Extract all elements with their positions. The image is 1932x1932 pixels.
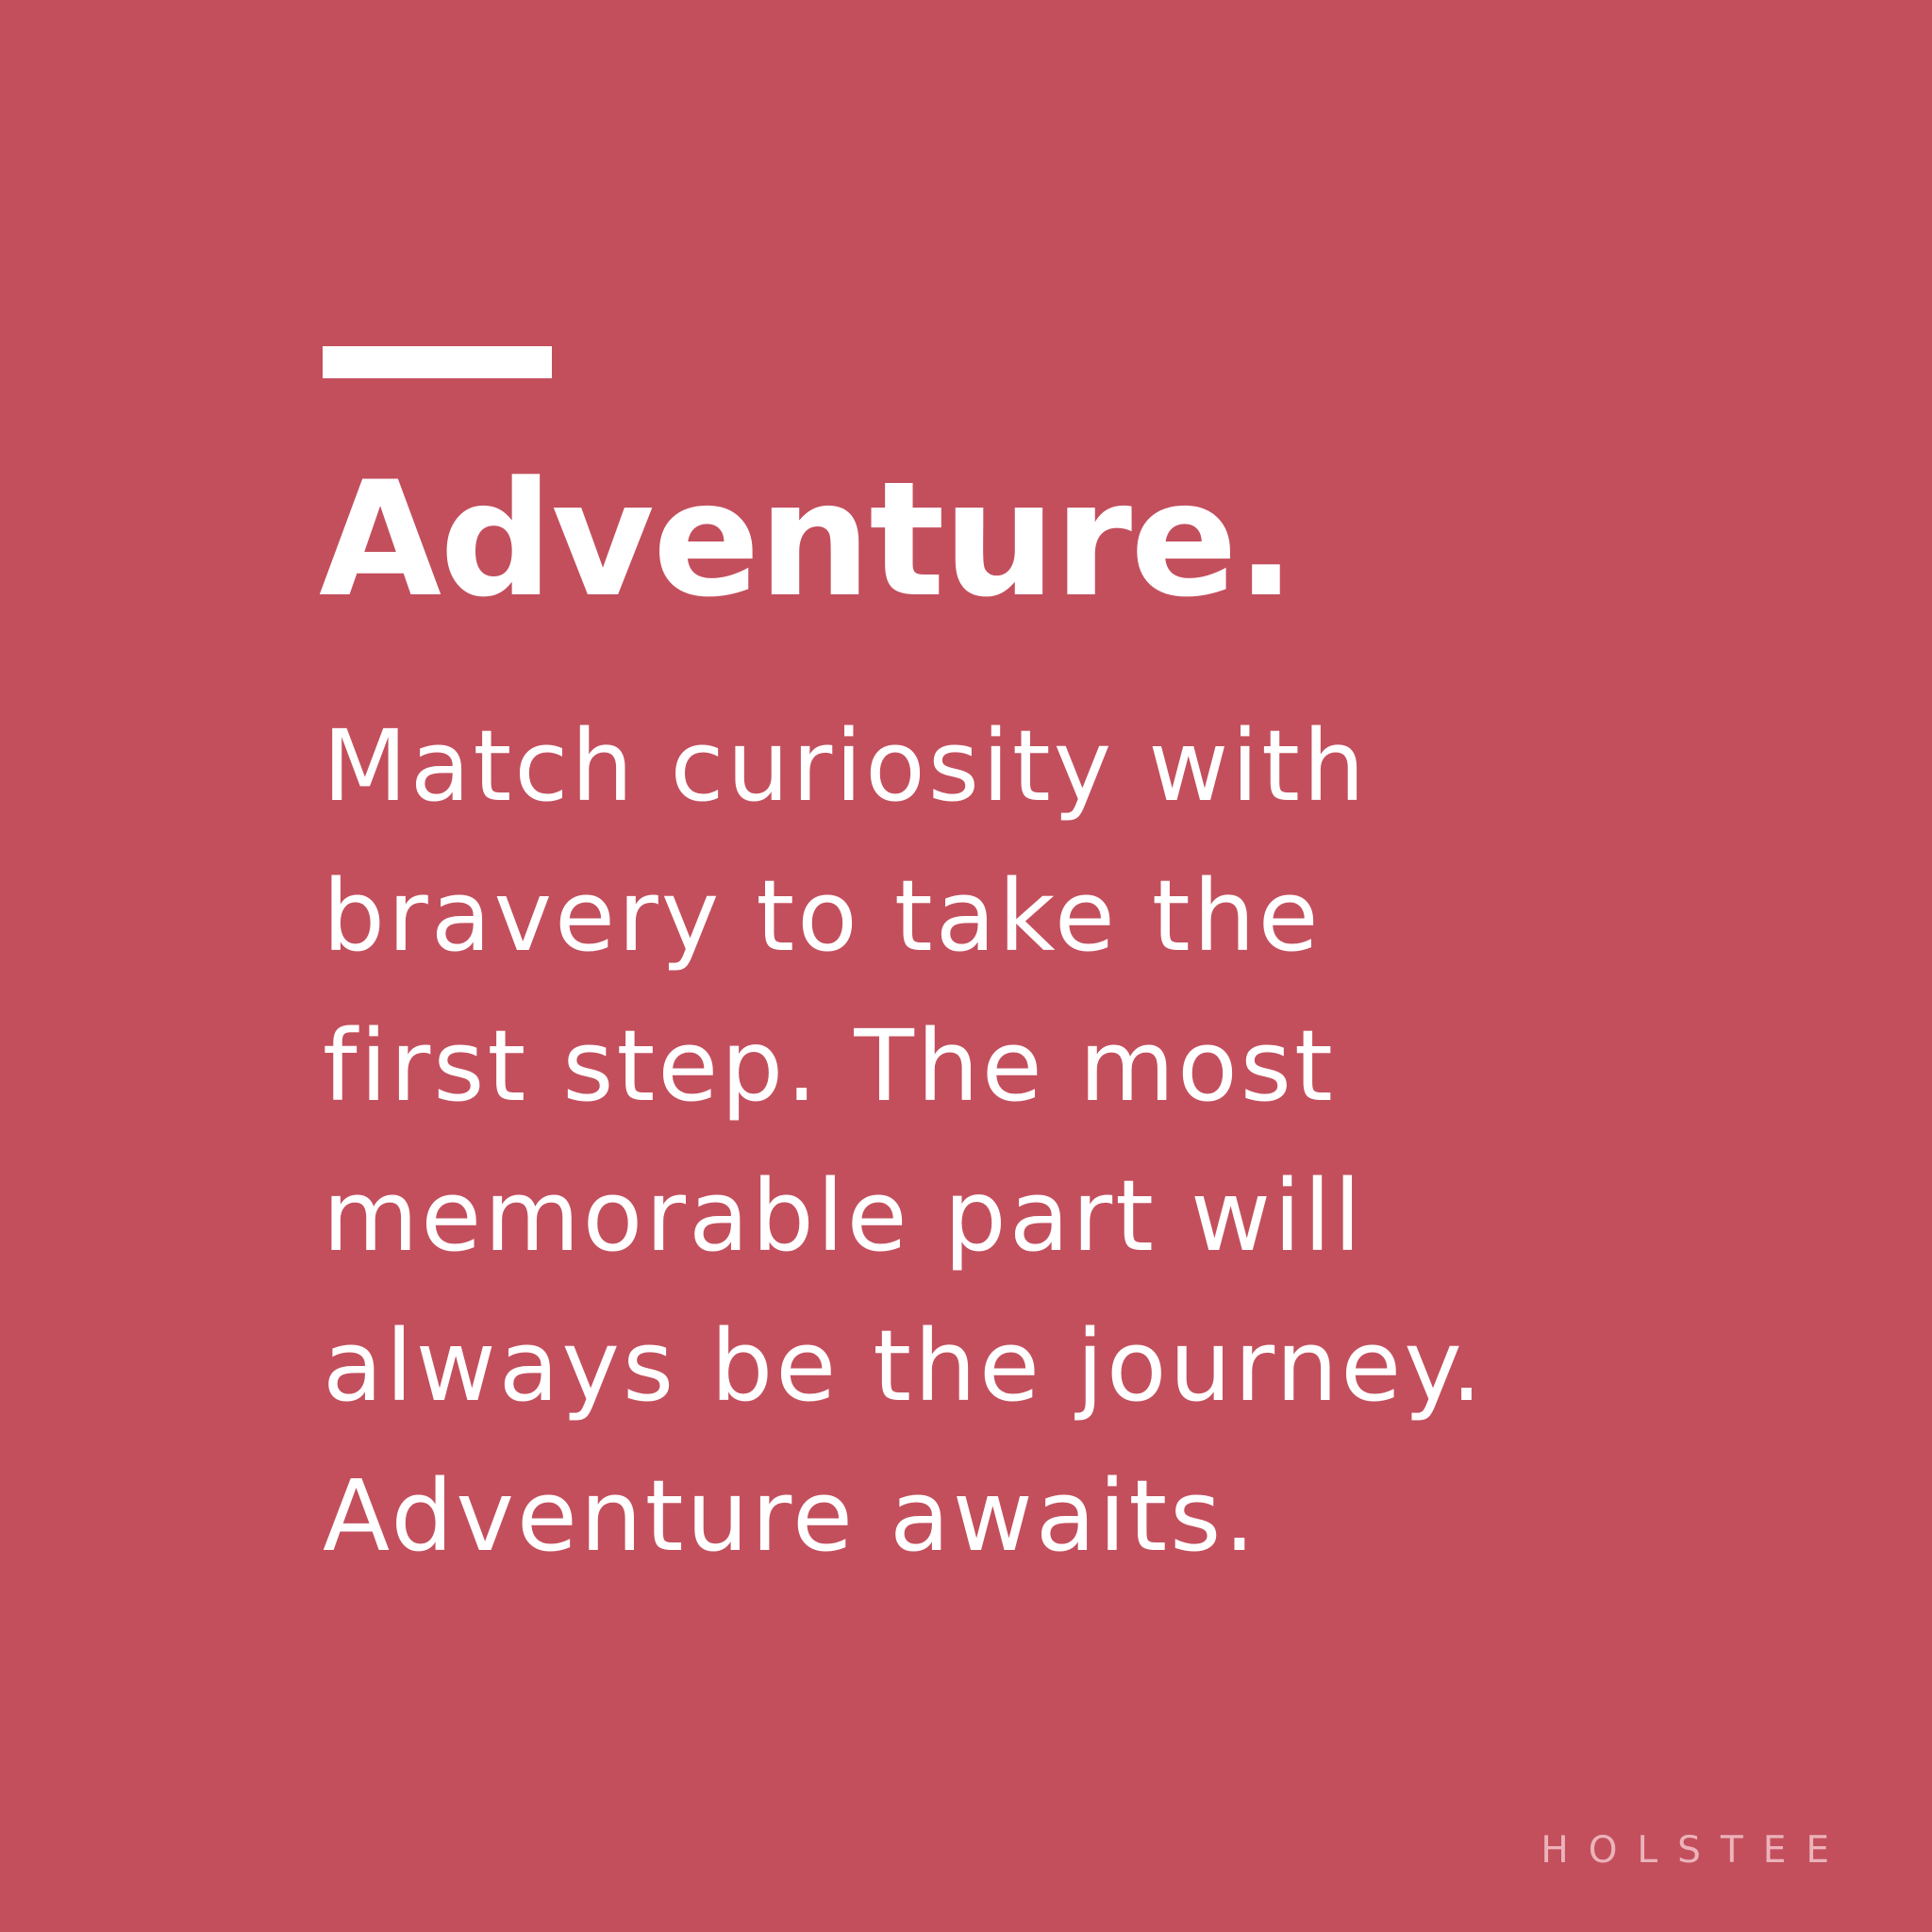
quote-line: memorable part will bbox=[323, 1158, 1364, 1274]
quote-body: Match curiosity with bravery to take the… bbox=[323, 691, 1643, 1591]
quote-line: bravery to take the bbox=[323, 858, 1322, 974]
quote-line: always be the journey. bbox=[323, 1308, 1486, 1424]
accent-bar bbox=[323, 346, 552, 378]
quote-line: Adventure awaits. bbox=[323, 1458, 1258, 1574]
quote-line: first step. The most bbox=[323, 1008, 1336, 1124]
card-title: Adventure. bbox=[319, 447, 1296, 632]
quote-line: Match curiosity with bbox=[323, 708, 1368, 824]
brand-logo: HOLSTEE bbox=[1541, 1829, 1849, 1872]
quote-card: Adventure. Match curiosity with bravery … bbox=[0, 0, 1932, 1932]
